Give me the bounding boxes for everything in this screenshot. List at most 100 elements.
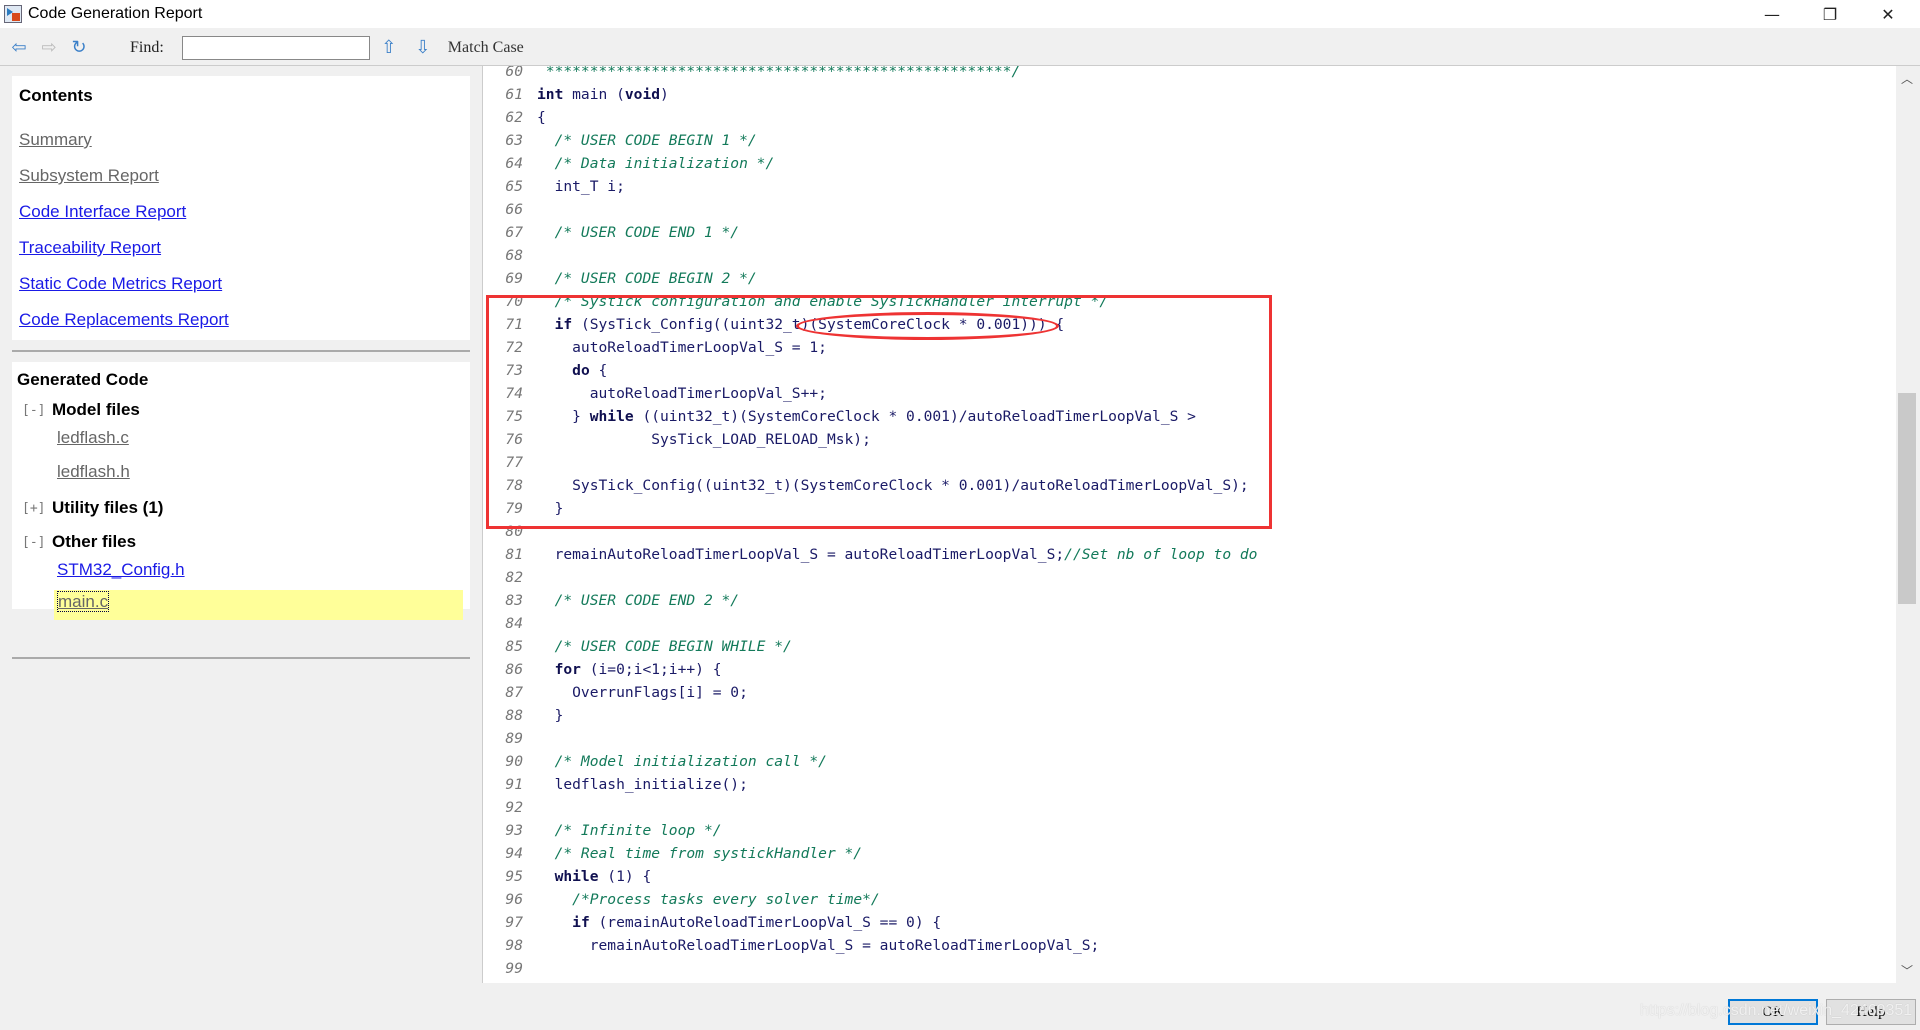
collapse-toggle[interactable]: [-]	[22, 535, 52, 550]
restore-button[interactable]: ❐	[1802, 0, 1858, 28]
scrollbar-thumb[interactable]	[1898, 392, 1916, 604]
watermark: https://blog.csdn.net/weixin_42469351	[1640, 1002, 1913, 1019]
code-keyword: void	[624, 86, 661, 103]
code-comment: /* Data initialization */	[554, 155, 775, 172]
code-text: OverrunFlags[i] = 0;	[537, 684, 748, 701]
code-line: 94 /* Real time from systickHandler */	[483, 842, 862, 865]
minimize-button[interactable]: —	[1744, 0, 1800, 28]
code-keyword: int	[537, 86, 564, 103]
model-files-label: Model files	[52, 400, 140, 419]
code-comment: //Set nb of loop to do	[1064, 546, 1258, 563]
find-next-arrow-icon[interactable]: ⇩	[412, 37, 434, 59]
code-line: 60 *************************************…	[483, 66, 1020, 83]
other-files-group[interactable]: [-] Other files	[17, 532, 463, 552]
code-line: 95 while (1) {	[483, 865, 651, 888]
link-traceability-report[interactable]: Traceability Report	[19, 238, 463, 260]
code-comment: /* USER CODE END 1 */	[554, 224, 740, 241]
line-number: 69	[505, 270, 523, 287]
file-link-stm32-config-h[interactable]: STM32_Config.h	[57, 560, 463, 582]
code-keyword: for	[554, 661, 581, 678]
line-number: 99	[505, 960, 523, 977]
collapse-toggle[interactable]: [-]	[22, 403, 52, 418]
line-number: 94	[505, 845, 523, 862]
code-line: 66	[483, 198, 537, 221]
line-number: 64	[505, 155, 523, 172]
code-line: 89	[483, 727, 537, 750]
code-comment: /* USER CODE END 2 */	[554, 592, 740, 609]
utility-files-group[interactable]: [+] Utility files (1)	[17, 498, 463, 518]
model-files-group[interactable]: [-] Model files	[17, 400, 463, 420]
line-number: 63	[505, 132, 523, 149]
code-line: 88 }	[483, 704, 563, 727]
expand-toggle[interactable]: [+]	[22, 501, 52, 516]
code-line: 67 /* USER CODE END 1 */	[483, 221, 739, 244]
divider	[12, 657, 470, 659]
refresh-icon[interactable]: ↻	[68, 37, 90, 59]
code-line: 81 remainAutoReloadTimerLoopVal_S = auto…	[483, 543, 1257, 566]
line-number: 88	[505, 707, 523, 724]
file-link-ledflash-h[interactable]: ledflash.h	[57, 462, 463, 484]
find-input[interactable]	[181, 35, 370, 60]
forward-arrow-icon[interactable]: ⇨	[38, 37, 60, 59]
back-arrow-icon[interactable]: ⇦	[8, 37, 30, 59]
code-text: main (	[563, 86, 625, 103]
code-line: 91 ledflash_initialize();	[483, 773, 747, 796]
line-number: 97	[505, 914, 523, 931]
link-subsystem-report[interactable]: Subsystem Report	[19, 166, 463, 188]
code-comment: /* USER CODE BEGIN WHILE */	[554, 638, 792, 655]
scroll-down-icon[interactable]: ﹀	[1896, 962, 1918, 979]
file-link-ledflash-c[interactable]: ledflash.c	[57, 428, 463, 450]
link-summary[interactable]: Summary	[19, 130, 463, 152]
scroll-up-icon[interactable]: ︿	[1896, 70, 1918, 87]
link-static-code-metrics-report[interactable]: Static Code Metrics Report	[19, 274, 463, 296]
code-text: (i=0;i<1;i++) {	[580, 661, 722, 678]
code-line: 83 /* USER CODE END 2 */	[483, 589, 739, 612]
other-files-label: Other files	[52, 532, 137, 551]
code-comment: /* Model initialization call */	[554, 753, 827, 770]
code-line: 61 int main (void)	[483, 83, 669, 106]
file-link-main-c[interactable]: main.c	[57, 591, 110, 612]
annotation-ellipse	[796, 312, 1059, 340]
code-comment: /* USER CODE BEGIN 1 */	[554, 132, 757, 149]
contents-heading: Contents	[19, 86, 93, 105]
code-line: 99	[483, 957, 537, 980]
code-text: {	[537, 109, 546, 126]
generated-code-heading: Generated Code	[17, 370, 149, 389]
line-number: 81	[505, 546, 523, 563]
line-number: 95	[505, 868, 523, 885]
close-button[interactable]: ✕	[1860, 0, 1916, 28]
code-text: remainAutoReloadTimerLoopVal_S = autoRel…	[537, 937, 1100, 954]
code-text: (remainAutoReloadTimerLoopVal_S == 0) {	[589, 914, 942, 931]
code-text: )	[660, 86, 669, 103]
match-case-toggle[interactable]: Match Case	[448, 39, 524, 57]
line-number: 68	[505, 247, 523, 264]
code-line: 84	[483, 612, 537, 635]
code-line: 82	[483, 566, 537, 589]
code-comment: /* Real time from systickHandler */	[554, 845, 863, 862]
title-bar: Code Generation Report — ❐ ✕	[0, 0, 1920, 28]
line-number: 89	[505, 730, 523, 747]
code-line: 90 /* Model initialization call */	[483, 750, 827, 773]
line-number: 90	[505, 753, 523, 770]
link-code-replacements-report[interactable]: Code Replacements Report	[19, 310, 463, 332]
find-previous-arrow-icon[interactable]: ⇧	[378, 37, 400, 59]
code-line: 63 /* USER CODE BEGIN 1 */	[483, 129, 757, 152]
vertical-scrollbar[interactable]: ︿ ﹀	[1896, 66, 1918, 983]
line-number: 60	[505, 66, 523, 80]
find-label: Find:	[130, 38, 164, 56]
code-keyword: if	[572, 914, 590, 931]
link-code-interface-report[interactable]: Code Interface Report	[19, 202, 463, 224]
selected-file-row[interactable]: main.c	[54, 590, 463, 620]
line-number: 65	[505, 178, 523, 195]
generated-code-section: Generated Code [-] Model files ledflash.…	[12, 362, 470, 620]
